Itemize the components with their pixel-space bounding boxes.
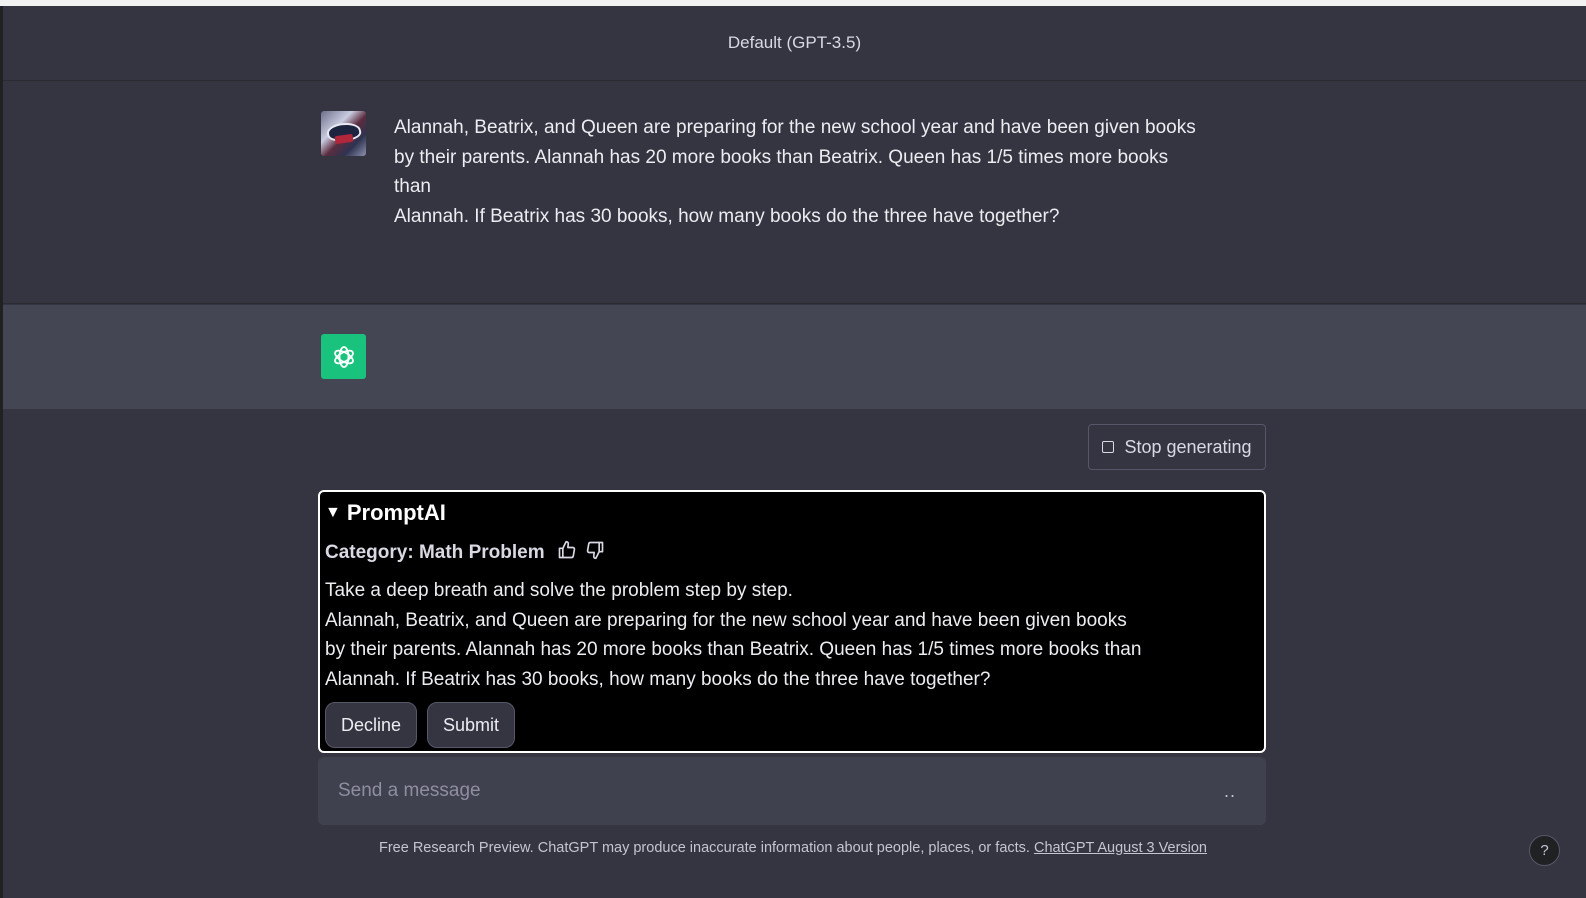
stop-square-icon xyxy=(1102,441,1115,453)
model-header: Default (GPT-3.5) xyxy=(3,6,1586,81)
stop-generating-label: Stop generating xyxy=(1124,436,1252,457)
message-input[interactable] xyxy=(338,780,1224,802)
user-message-text: Alannah, Beatrix, and Queen are preparin… xyxy=(394,113,1204,231)
stop-generating-button[interactable]: Stop generating xyxy=(1088,424,1266,470)
user-message: Alannah, Beatrix, and Queen are preparin… xyxy=(3,81,1586,304)
promptai-body: Take a deep breath and solve the problem… xyxy=(325,576,1255,694)
footer-disclaimer: Free Research Preview. ChatGPT may produ… xyxy=(0,840,1586,856)
promptai-body-line: Take a deep breath and solve the problem… xyxy=(325,580,793,601)
submit-button[interactable]: Submit xyxy=(427,702,516,748)
footer-text: Free Research Preview. ChatGPT may produ… xyxy=(378,840,1034,856)
triangle-down-icon: ▼ xyxy=(325,504,341,521)
decline-button[interactable]: Decline xyxy=(325,702,418,748)
promptai-toggle[interactable]: ▼ PromptAI xyxy=(325,500,446,526)
user-avatar xyxy=(321,111,366,156)
promptai-body-line: Alannah, Beatrix, and Queen are preparin… xyxy=(325,609,1127,631)
promptai-panel: ▼ PromptAI Category: Math Problem Take a… xyxy=(318,490,1266,753)
loading-dots-icon: .. xyxy=(1223,780,1236,801)
user-message-line: Alannah. If Beatrix has 30 books, how ma… xyxy=(394,205,1060,227)
help-button[interactable]: ? xyxy=(1529,835,1560,866)
user-message-line: by their parents. Alannah has 20 more bo… xyxy=(394,146,1169,198)
thumbs-down-icon[interactable] xyxy=(585,540,605,566)
message-composer: .. xyxy=(318,757,1266,825)
model-label: Default (GPT-3.5) xyxy=(727,33,862,52)
promptai-title: PromptAI xyxy=(346,500,446,525)
help-question-icon: ? xyxy=(1540,842,1549,859)
thumbs-up-icon[interactable] xyxy=(557,540,577,566)
version-link[interactable]: ChatGPT August 3 Version xyxy=(1034,840,1207,856)
promptai-body-line: Alannah. If Beatrix has 30 books, how ma… xyxy=(325,668,991,690)
user-message-line: Alannah, Beatrix, and Queen are preparin… xyxy=(394,117,1196,138)
promptai-category: Category: Math Problem xyxy=(325,542,545,563)
promptai-category-row: Category: Math Problem xyxy=(325,540,605,566)
assistant-message xyxy=(3,305,1586,409)
promptai-body-line: by their parents. Alannah has 20 more bo… xyxy=(325,639,1142,660)
chatgpt-logo-icon xyxy=(321,334,366,379)
